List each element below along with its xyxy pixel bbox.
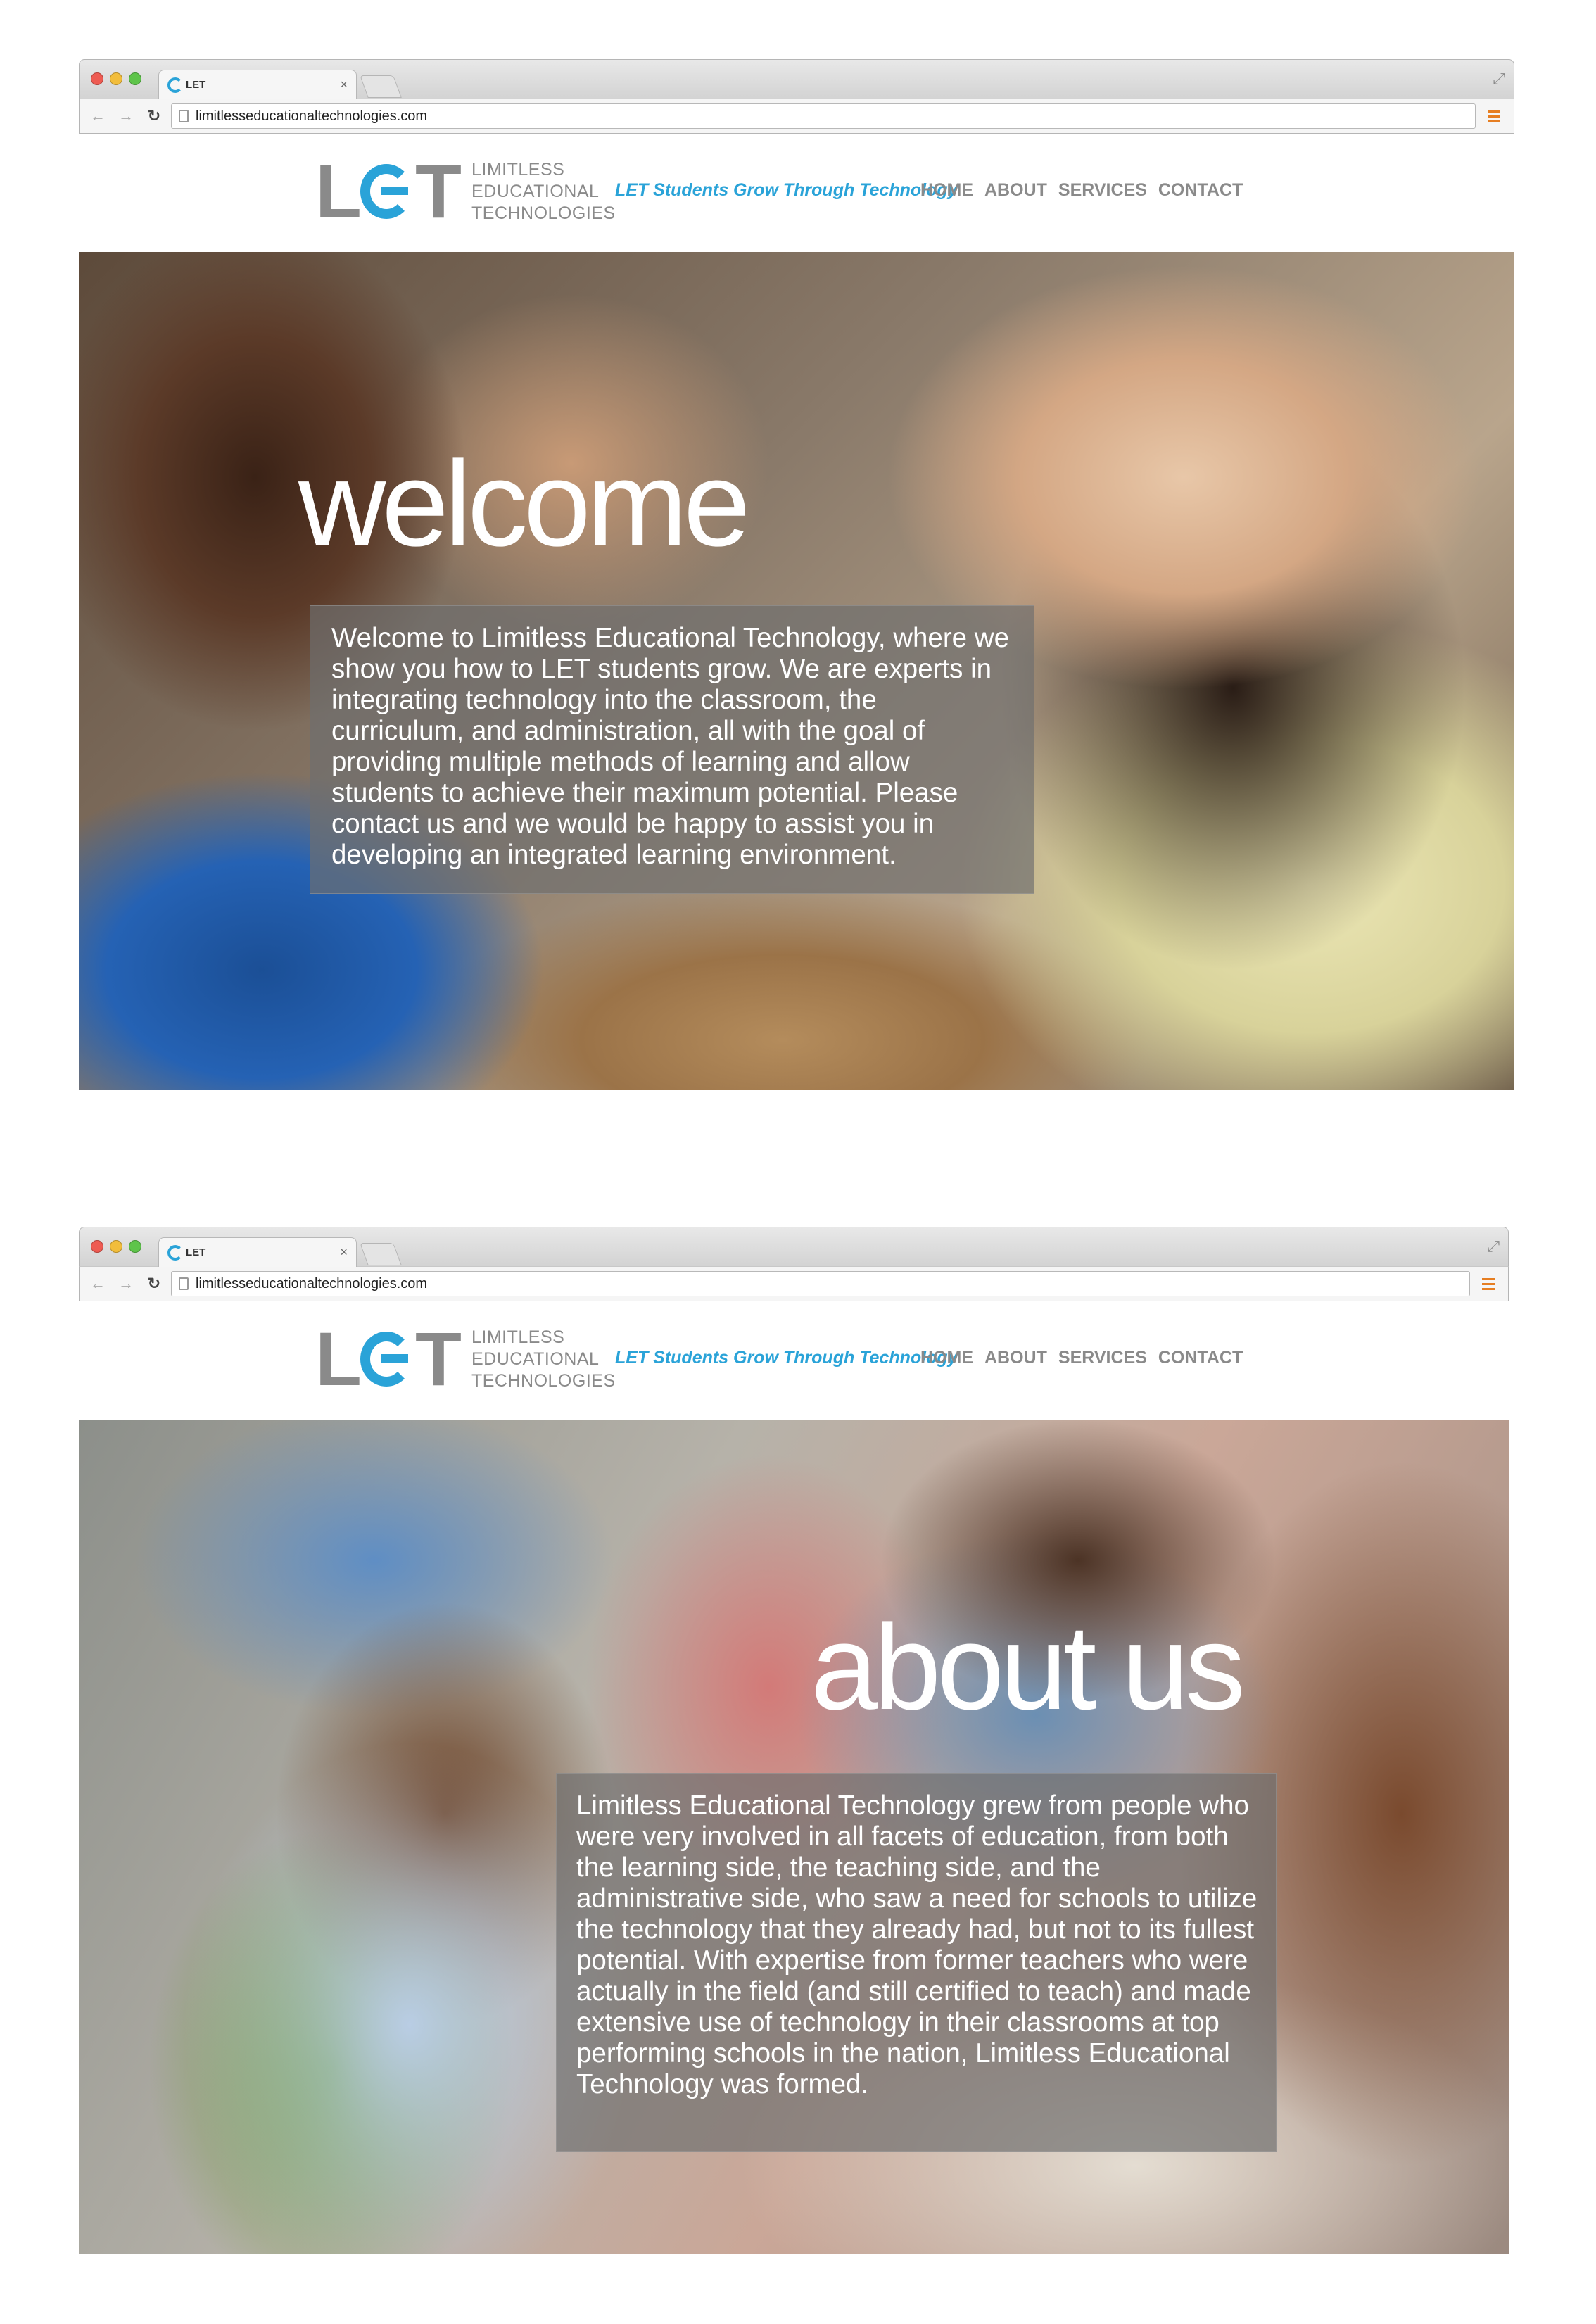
logo-line: TECHNOLOGIES: [471, 1370, 616, 1391]
new-tab-button[interactable]: [360, 75, 402, 98]
site-tagline: LET Students Grow Through Technology: [615, 1348, 958, 1368]
tab-close-icon[interactable]: ×: [340, 1245, 348, 1260]
forward-arrow-icon[interactable]: →: [115, 107, 137, 125]
browser-toolbar: ← → ↻ limitlesseducationaltechnologies.c…: [79, 99, 1514, 134]
logo-line: LIMITLESS: [471, 1327, 565, 1347]
browser-tab[interactable]: LET ×: [158, 1237, 357, 1267]
nav-home[interactable]: HOME: [920, 180, 973, 201]
page-icon: [179, 110, 189, 122]
about-hero: about us Limitless Educational Technolog…: [79, 1420, 1509, 2254]
fullscreen-icon[interactable]: ⤢: [1487, 1237, 1500, 1256]
nav-services[interactable]: SERVICES: [1058, 180, 1147, 201]
window-controls: [91, 1240, 141, 1253]
back-arrow-icon[interactable]: ←: [87, 107, 109, 125]
browser-toolbar: ← → ↻ limitlesseducationaltechnologies.c…: [79, 1266, 1509, 1301]
zoom-window-button[interactable]: [129, 72, 141, 85]
window-controls: [91, 72, 141, 85]
close-window-button[interactable]: [91, 72, 103, 85]
site-logo[interactable]: LT LIMITLESS EDUCATIONAL TECHNOLOGIES: [315, 1321, 616, 1397]
tab-title: LET: [186, 79, 206, 91]
reload-icon[interactable]: ↻: [143, 107, 165, 125]
logo-mark: LT: [315, 1316, 462, 1401]
logo-line: TECHNOLOGIES: [471, 203, 616, 223]
welcome-body: Welcome to Limitless Educational Technol…: [331, 623, 1009, 870]
browser-tab[interactable]: LET ×: [158, 70, 357, 99]
nav-contact[interactable]: CONTACT: [1158, 1348, 1243, 1368]
site-logo[interactable]: LT LIMITLESS EDUCATIONAL TECHNOLOGIES: [315, 153, 616, 229]
url-text: limitlesseducationaltechnologies.com: [196, 1275, 428, 1292]
minimize-window-button[interactable]: [110, 72, 122, 85]
nav-contact[interactable]: CONTACT: [1158, 180, 1243, 201]
browser-titlebar: LET × ⤢: [79, 1227, 1509, 1267]
reload-icon[interactable]: ↻: [143, 1275, 165, 1293]
favicon-icon: [167, 1244, 183, 1261]
browser-menu-icon[interactable]: [1476, 1277, 1501, 1290]
back-arrow-icon[interactable]: ←: [87, 1275, 109, 1293]
nav-home[interactable]: HOME: [920, 1348, 973, 1368]
logo-wordmark: LIMITLESS EDUCATIONAL TECHNOLOGIES: [471, 159, 616, 225]
new-tab-button[interactable]: [360, 1243, 402, 1265]
logo-wordmark: LIMITLESS EDUCATIONAL TECHNOLOGIES: [471, 1327, 616, 1392]
welcome-heading: welcome: [298, 436, 751, 571]
logo-line: EDUCATIONAL: [471, 181, 600, 201]
nav-about[interactable]: ABOUT: [984, 180, 1047, 201]
browser-window-about: LET × ⤢ ← → ↻ limitlesseducationaltechno…: [79, 1227, 1509, 2254]
nav-about[interactable]: ABOUT: [984, 1348, 1047, 1368]
logo-line: EDUCATIONAL: [471, 1349, 600, 1369]
main-nav: HOME ABOUT SERVICES CONTACT: [920, 180, 1243, 201]
page-icon: [179, 1277, 189, 1290]
nav-services[interactable]: SERVICES: [1058, 1348, 1147, 1368]
logo-mark: LT: [315, 149, 462, 234]
site-header: LT LIMITLESS EDUCATIONAL TECHNOLOGIES LE…: [79, 1301, 1509, 1420]
close-window-button[interactable]: [91, 1240, 103, 1253]
about-text-box: Limitless Educational Technology grew fr…: [556, 1773, 1277, 2152]
forward-arrow-icon[interactable]: →: [115, 1275, 137, 1293]
site-header: LT LIMITLESS EDUCATIONAL TECHNOLOGIES LE…: [79, 134, 1514, 252]
address-bar[interactable]: limitlesseducationaltechnologies.com: [171, 103, 1476, 129]
about-heading: about us: [811, 1600, 1246, 1735]
browser-window-welcome: LET × ⤢ ← → ↻ limitlesseducationaltechno…: [79, 59, 1514, 1090]
browser-menu-icon[interactable]: [1481, 110, 1507, 122]
logo-e-icon: [360, 1332, 412, 1387]
zoom-window-button[interactable]: [129, 1240, 141, 1253]
fullscreen-icon[interactable]: ⤢: [1493, 70, 1505, 88]
about-body: Limitless Educational Technology grew fr…: [576, 1791, 1258, 2099]
favicon-icon: [167, 77, 183, 93]
tab-close-icon[interactable]: ×: [340, 77, 348, 92]
site-tagline: LET Students Grow Through Technology: [615, 180, 958, 200]
logo-e-icon: [360, 164, 412, 219]
tab-title: LET: [186, 1246, 206, 1258]
minimize-window-button[interactable]: [110, 1240, 122, 1253]
welcome-hero: welcome Welcome to Limitless Educational…: [79, 252, 1514, 1090]
url-text: limitlesseducationaltechnologies.com: [196, 108, 428, 124]
logo-line: LIMITLESS: [471, 159, 565, 179]
address-bar[interactable]: limitlesseducationaltechnologies.com: [171, 1271, 1470, 1296]
browser-titlebar: LET × ⤢: [79, 59, 1514, 99]
welcome-text-box: Welcome to Limitless Educational Technol…: [310, 605, 1034, 894]
main-nav: HOME ABOUT SERVICES CONTACT: [920, 1348, 1243, 1368]
